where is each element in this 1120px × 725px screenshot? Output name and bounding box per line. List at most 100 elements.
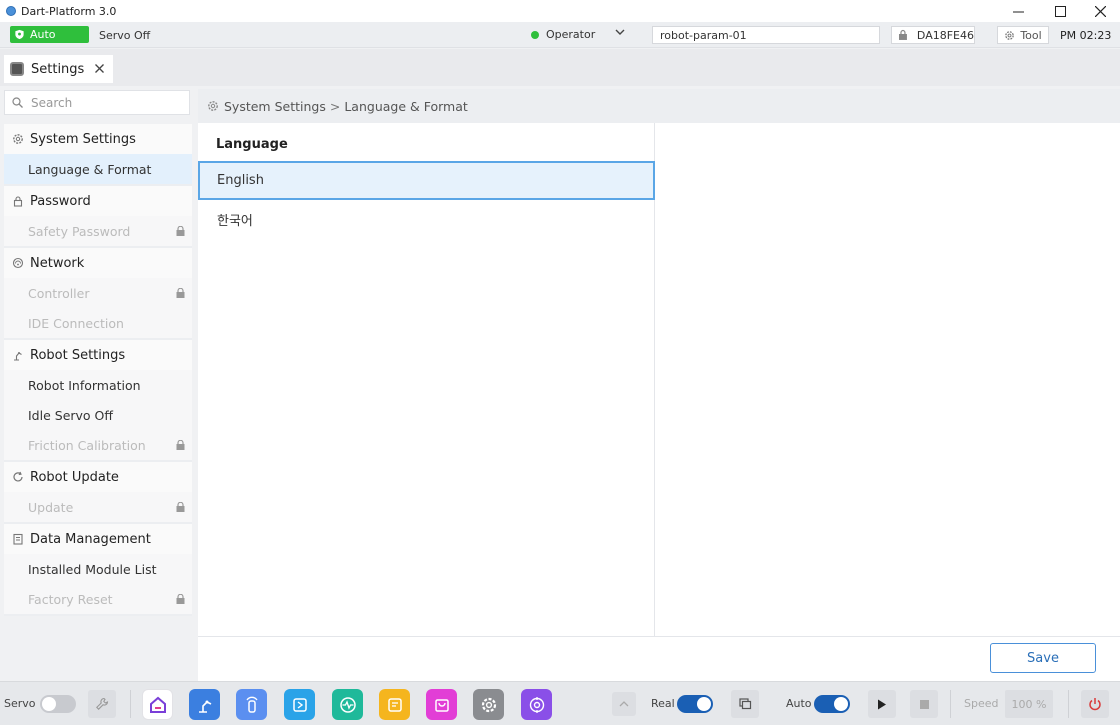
app-monitor-button[interactable]: [332, 689, 363, 720]
real-toggle[interactable]: [677, 695, 713, 713]
tab-close-button[interactable]: [95, 61, 104, 77]
auto-toggle[interactable]: [814, 695, 850, 713]
home-icon: [149, 696, 166, 713]
app-robot-button[interactable]: [189, 689, 220, 720]
sidebar-item-controller[interactable]: Controller: [4, 278, 192, 308]
breadcrumb-root[interactable]: System Settings: [224, 99, 326, 114]
tab-settings[interactable]: Settings: [4, 55, 113, 83]
nav-head-robot-update[interactable]: Robot Update: [4, 462, 192, 492]
app-store-button[interactable]: [426, 689, 457, 720]
nav-head-label: Network: [30, 255, 85, 271]
close-icon: [95, 64, 104, 73]
nav-head-network[interactable]: Network: [4, 248, 192, 278]
nav-group-network: Network Controller IDE Connection: [4, 248, 192, 340]
nav-head-data-management[interactable]: Data Management: [4, 524, 192, 554]
wrench-button[interactable]: [88, 690, 116, 718]
shield-icon: [15, 29, 24, 40]
bottom-toolbar: Servo Real Auto Speed 100 %: [0, 681, 1120, 725]
sidebar-item-factory-reset[interactable]: Factory Reset: [4, 584, 192, 614]
servo-toggle[interactable]: [40, 695, 76, 713]
nav-head-robot-settings[interactable]: Robot Settings: [4, 340, 192, 370]
language-option-english[interactable]: English: [198, 161, 655, 200]
sidebar-item-label: Factory Reset: [28, 591, 113, 607]
search-input[interactable]: [31, 95, 181, 110]
simulation-button[interactable]: [731, 690, 759, 718]
language-list-panel: Language English 한국어: [198, 123, 655, 636]
search-icon: [12, 97, 23, 108]
speed-field[interactable]: 100 %: [1005, 690, 1053, 718]
tab-label: Settings: [31, 61, 85, 77]
lock-icon: [176, 226, 185, 236]
app-target-button[interactable]: [521, 689, 552, 720]
minimize-button[interactable]: [998, 0, 1038, 22]
gear-icon: [208, 101, 218, 111]
app-settings-button[interactable]: [473, 689, 504, 720]
sidebar-item-label: Controller: [28, 285, 90, 301]
sidebar-item-language-format[interactable]: Language & Format: [4, 154, 192, 184]
settings-icon: [481, 697, 496, 712]
nav-head-label: Password: [30, 193, 91, 209]
nav-head-system-settings[interactable]: System Settings: [4, 124, 192, 154]
app-note-button[interactable]: [379, 689, 410, 720]
device-lock-icon: [898, 29, 907, 40]
app-pendant-button[interactable]: [236, 689, 267, 720]
content-panel: Language English 한국어 Save: [198, 123, 1120, 681]
device-id-box[interactable]: DA18FE46: [891, 26, 975, 44]
sidebar-item-ide-connection[interactable]: IDE Connection: [4, 308, 192, 338]
expand-up-button[interactable]: [612, 692, 636, 716]
device-id: DA18FE46: [916, 28, 974, 42]
sidebar-item-label: Update: [28, 499, 74, 515]
tab-strip: Settings: [0, 49, 1120, 86]
divider: [130, 690, 131, 718]
sidebar-item-label: Idle Servo Off: [28, 407, 113, 423]
status-dot-icon: [531, 30, 539, 39]
robot-arm-icon: [14, 352, 22, 361]
operator-indicator: Operator: [531, 28, 595, 41]
app-home-button[interactable]: [142, 689, 173, 720]
auto-label: Auto: [786, 697, 812, 710]
sidebar-item-update[interactable]: Update: [4, 492, 192, 522]
operator-dropdown-button[interactable]: [615, 27, 625, 40]
maximize-icon: [1054, 5, 1066, 17]
play-button[interactable]: [868, 690, 896, 718]
sidebar-item-label: Language & Format: [28, 161, 152, 177]
lock-icon: [176, 288, 185, 298]
save-button[interactable]: Save: [990, 643, 1096, 673]
nav-group-robot-settings: Robot Settings Robot Information Idle Se…: [4, 340, 192, 462]
divider: [950, 690, 951, 718]
wrench-icon: [96, 697, 109, 710]
sidebar-item-label: Robot Information: [28, 377, 141, 393]
sidebar-item-friction-calibration[interactable]: Friction Calibration: [4, 430, 192, 460]
app-program-button[interactable]: [284, 689, 315, 720]
stop-button[interactable]: [910, 690, 938, 718]
window-title: Dart-Platform 3.0: [21, 4, 117, 18]
close-window-button[interactable]: [1080, 0, 1120, 22]
network-icon: [12, 257, 24, 269]
sidebar-item-idle-servo-off[interactable]: Idle Servo Off: [4, 400, 192, 430]
nav-group-system-settings: System Settings Language & Format: [4, 124, 192, 186]
robot-param-field[interactable]: robot-param-01: [652, 26, 880, 44]
mode-label: Auto: [30, 28, 56, 41]
nav-head-label: Data Management: [30, 531, 151, 547]
minimize-icon: [1012, 11, 1024, 12]
sidebar-item-label: IDE Connection: [28, 315, 124, 331]
maximize-button[interactable]: [1040, 0, 1080, 22]
clock: PM 02:23: [1060, 29, 1112, 42]
nav-group-password: Password Safety Password: [4, 186, 192, 248]
chevron-down-icon: [615, 29, 625, 35]
gear-icon: [13, 134, 23, 144]
sidebar-item-robot-information[interactable]: Robot Information: [4, 370, 192, 400]
nav-head-password[interactable]: Password: [4, 186, 192, 216]
language-option-korean[interactable]: 한국어: [198, 200, 655, 239]
servo-label: Servo: [4, 697, 36, 710]
lock-icon: [176, 502, 185, 512]
tool-button[interactable]: Tool: [997, 26, 1049, 44]
divider: [1068, 690, 1069, 718]
sidebar-item-safety-password[interactable]: Safety Password: [4, 216, 192, 246]
sidebar-item-label: Friction Calibration: [28, 437, 146, 453]
sidebar-item-installed-module-list[interactable]: Installed Module List: [4, 554, 192, 584]
search-box[interactable]: [4, 90, 190, 115]
status-bar: Auto Servo Off Operator robot-param-01 D…: [0, 22, 1120, 48]
power-button[interactable]: [1081, 690, 1109, 718]
nav-head-label: System Settings: [30, 131, 136, 147]
